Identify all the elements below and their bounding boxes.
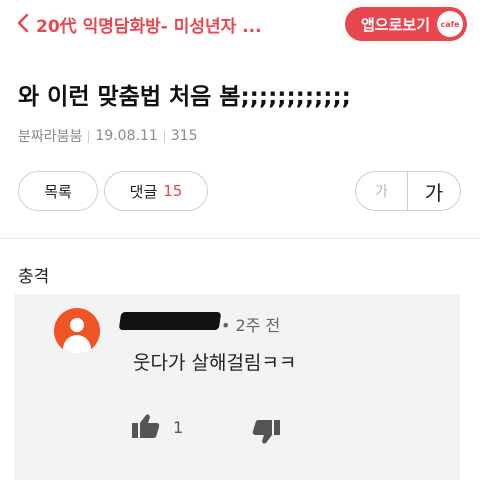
font-small-button[interactable]: 가 <box>356 172 409 210</box>
meta-divider <box>88 129 90 143</box>
post-meta: 분짜라붐붐 19.08.11 315 <box>18 126 197 146</box>
like-count: 1 <box>173 418 184 437</box>
thumbs-down-icon[interactable] <box>250 418 282 446</box>
cafe-title[interactable]: 20代 익명담화방- 미성년자 ... <box>36 12 262 37</box>
back-chevron-icon[interactable] <box>12 11 36 35</box>
comment-card: • 2주 전 웃다가 살해걸림ㅋㅋ 1 <box>14 294 460 480</box>
comments-button[interactable]: 댓글 15 <box>104 171 208 211</box>
meta-divider <box>163 129 165 143</box>
top-bar: 20代 익명담화방- 미성년자 ... 앱으로보기 cafe <box>0 0 480 50</box>
comments-label: 댓글 <box>129 182 158 201</box>
font-size-toggle: 가 가 <box>355 171 461 211</box>
post-views: 315 <box>170 128 198 144</box>
avatar-body <box>63 335 91 354</box>
post-author[interactable]: 분짜라붐붐 <box>18 126 82 146</box>
open-app-label: 앱으로보기 <box>361 15 431 34</box>
open-app-button[interactable]: 앱으로보기 cafe <box>345 7 467 41</box>
post-date: 19.08.11 <box>95 128 158 144</box>
comments-count: 15 <box>163 182 183 200</box>
cafe-logo-icon: cafe <box>437 11 463 37</box>
post-body: 충격 <box>18 267 50 287</box>
list-button[interactable]: 목록 <box>18 171 98 211</box>
section-divider <box>0 238 480 239</box>
redacted-username <box>118 312 222 330</box>
avatar-icon[interactable] <box>54 308 100 354</box>
comment-time: • 2주 전 <box>221 316 281 335</box>
post-title: 와 이런 맞춤법 처음 봄;;;;;;;;;;;; <box>18 84 351 110</box>
avatar-head <box>70 318 84 332</box>
comment-text: 웃다가 살해걸림ㅋㅋ <box>133 352 297 374</box>
thumbs-up-icon[interactable] <box>130 412 162 440</box>
font-large-button[interactable]: 가 <box>408 172 460 210</box>
